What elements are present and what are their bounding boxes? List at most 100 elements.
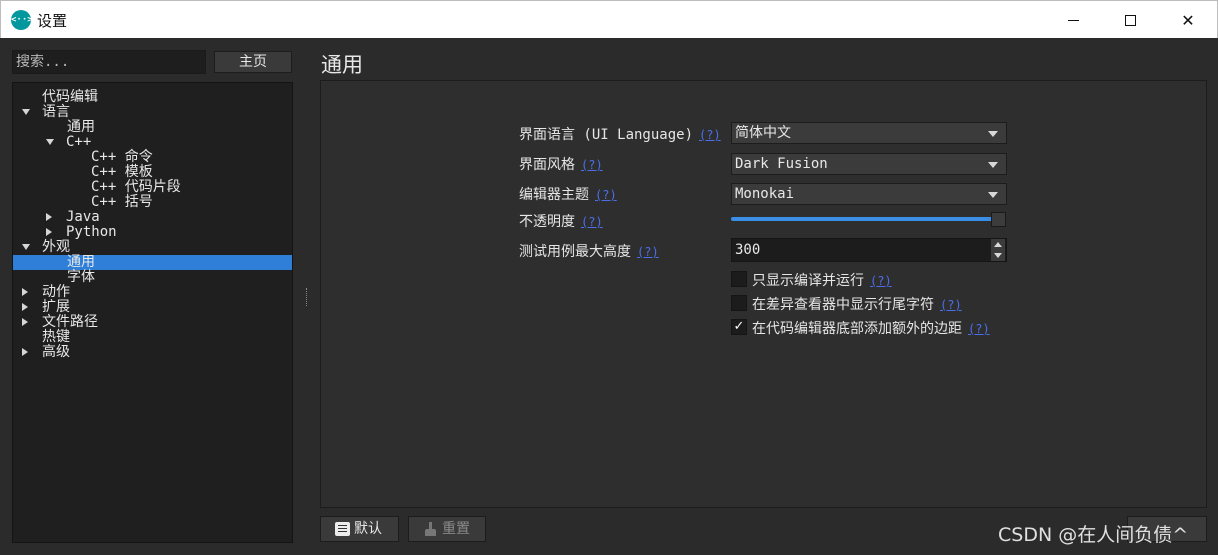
testcase-height-row: 测试用例最大高度 (?) (519, 241, 659, 261)
testcase-height-spinbox[interactable]: 300 (731, 238, 1007, 262)
opacity-label: 不透明度 (519, 214, 575, 230)
sidebar-item[interactable]: 热键 (13, 330, 292, 345)
reset-button-label: 重置 (442, 521, 470, 537)
sidebar-item[interactable]: C++ 括号 (13, 195, 292, 210)
compile-run-only-help-link[interactable]: (?) (870, 274, 892, 288)
sidebar-item-label: 代码编辑 (42, 89, 98, 105)
ui-language-select[interactable]: 简体中文 (731, 122, 1007, 144)
maximize-icon (1124, 14, 1136, 26)
sidebar-item[interactable]: 通用 (13, 255, 292, 270)
chevron-right-icon[interactable] (22, 348, 28, 356)
chevron-right-icon[interactable] (46, 213, 52, 221)
sidebar-item-label: 热键 (42, 329, 70, 345)
ui-language-value: 简体中文 (735, 125, 791, 141)
diff-eol-help-link[interactable]: (?) (940, 298, 962, 312)
sidebar-item-label: C++ 命令 (91, 149, 153, 165)
home-button[interactable]: 主页 (214, 51, 292, 73)
broom-icon (423, 522, 438, 536)
sidebar-item[interactable]: 扩展 (13, 300, 292, 315)
sidebar-item[interactable]: 动作 (13, 285, 292, 300)
extra-margin-label: 在代码编辑器底部添加额外的边距 (?) (752, 321, 990, 337)
sidebar-item[interactable]: Python (13, 225, 292, 240)
opacity-help-link[interactable]: (?) (581, 215, 603, 229)
sidebar-item[interactable]: 通用 (13, 120, 292, 135)
sidebar-item-label: Python (66, 224, 117, 240)
app-logo-icon: <··> (11, 10, 33, 30)
sidebar-item-label: C++ 代码片段 (91, 179, 181, 195)
sidebar-item-label: C++ 括号 (91, 194, 153, 210)
sidebar-item-label: 外观 (42, 239, 70, 255)
editor-theme-select[interactable]: Monokai (731, 183, 1007, 205)
maximize-button[interactable] (1101, 1, 1159, 39)
opacity-row: 不透明度 (?) (519, 211, 603, 231)
close-button[interactable]: ✕ (1159, 1, 1217, 39)
sidebar-item[interactable]: C++ 代码片段 (13, 180, 292, 195)
default-button[interactable]: 默认 (320, 516, 399, 542)
ui-style-help-link[interactable]: (?) (581, 158, 603, 172)
sidebar-item[interactable]: 语言 (13, 105, 292, 120)
ui-style-select[interactable]: Dark Fusion (731, 153, 1007, 175)
ui-style-value: Dark Fusion (735, 156, 828, 172)
chevron-right-icon[interactable] (22, 303, 28, 311)
sidebar-item[interactable]: C++ 模板 (13, 165, 292, 180)
spin-down-icon[interactable] (991, 250, 1005, 261)
page-title: 通用 (321, 53, 363, 77)
sidebar-item[interactable]: 字体 (13, 270, 292, 285)
spin-up-icon[interactable] (991, 239, 1005, 250)
chevron-right-icon[interactable] (22, 288, 28, 296)
ui-language-help-link[interactable]: (?) (699, 128, 721, 142)
sidebar-item[interactable]: 外观 (13, 240, 292, 255)
opacity-slider-handle[interactable] (991, 212, 1006, 227)
window-title: 设置 (37, 12, 68, 30)
sidebar-item[interactable]: 高级 (13, 345, 292, 360)
ui-language-label: 界面语言 (UI Language) (519, 127, 694, 143)
testcase-height-label: 测试用例最大高度 (519, 244, 631, 260)
minimize-icon (1067, 19, 1079, 21)
chevron-down-icon (988, 192, 998, 198)
sidebar-item[interactable]: 文件路径 (13, 315, 292, 330)
ui-language-row: 界面语言 (UI Language) (?) (519, 124, 721, 144)
reset-button[interactable]: 重置 (408, 516, 486, 542)
chevron-down-icon (988, 131, 998, 137)
settings-tree[interactable]: 代码编辑 语言 通用 C++ C++ 命令 C++ 模板 C++ 代码片段 C++ 括号 Jav… (12, 82, 293, 543)
sidebar-item-label: 扩展 (42, 299, 70, 315)
sidebar-item[interactable]: Java (13, 210, 292, 225)
chevron-right-icon[interactable] (22, 318, 28, 326)
chevron-down-icon[interactable] (22, 109, 30, 115)
editor-theme-row: 编辑器主题 (?) (519, 184, 617, 204)
watermark: CSDN @在人间负债^ (998, 524, 1189, 546)
testcase-height-value: 300 (735, 242, 761, 258)
extra-margin-help-link[interactable]: (?) (968, 322, 990, 336)
sidebar-item-label: C++ (66, 134, 92, 150)
sidebar-item-label: 语言 (42, 104, 70, 120)
extra-margin-checkbox[interactable]: ✓ (731, 319, 747, 335)
chevron-right-icon[interactable] (46, 228, 52, 236)
sidebar-item[interactable]: C++ (13, 135, 292, 150)
sidebar-item-label: 高级 (42, 344, 70, 360)
opacity-slider-track[interactable] (731, 217, 993, 221)
testcase-height-help-link[interactable]: (?) (637, 245, 659, 259)
chevron-down-icon[interactable] (46, 139, 54, 145)
sidebar-item-label: 通用 (67, 254, 95, 270)
compile-run-only-label: 只显示编译并运行 (?) (752, 273, 892, 289)
ui-style-row: 界面风格 (?) (519, 154, 603, 174)
document-icon (335, 522, 350, 536)
ui-style-label: 界面风格 (519, 157, 575, 173)
sidebar-item[interactable]: C++ 命令 (13, 150, 292, 165)
sidebar-item-label: 通用 (67, 119, 95, 135)
sidebar-item-label: Java (66, 209, 100, 225)
chevron-down-icon[interactable] (22, 244, 30, 250)
sidebar-item-label: 字体 (67, 269, 95, 285)
chevron-down-icon (988, 162, 998, 168)
minimize-button[interactable] (1044, 1, 1102, 39)
compile-run-only-checkbox[interactable] (731, 271, 747, 287)
diff-eol-checkbox[interactable] (731, 295, 747, 311)
sidebar-item[interactable]: 代码编辑 (13, 90, 292, 105)
sidebar-item-label: 文件路径 (42, 314, 98, 330)
pane-splitter-handle[interactable] (306, 288, 308, 306)
close-icon: ✕ (1181, 10, 1195, 30)
checkmark-icon: ✓ (733, 319, 745, 334)
search-input[interactable]: 搜索... (12, 50, 206, 74)
editor-theme-help-link[interactable]: (?) (595, 188, 617, 202)
editor-theme-label: 编辑器主题 (519, 187, 589, 203)
